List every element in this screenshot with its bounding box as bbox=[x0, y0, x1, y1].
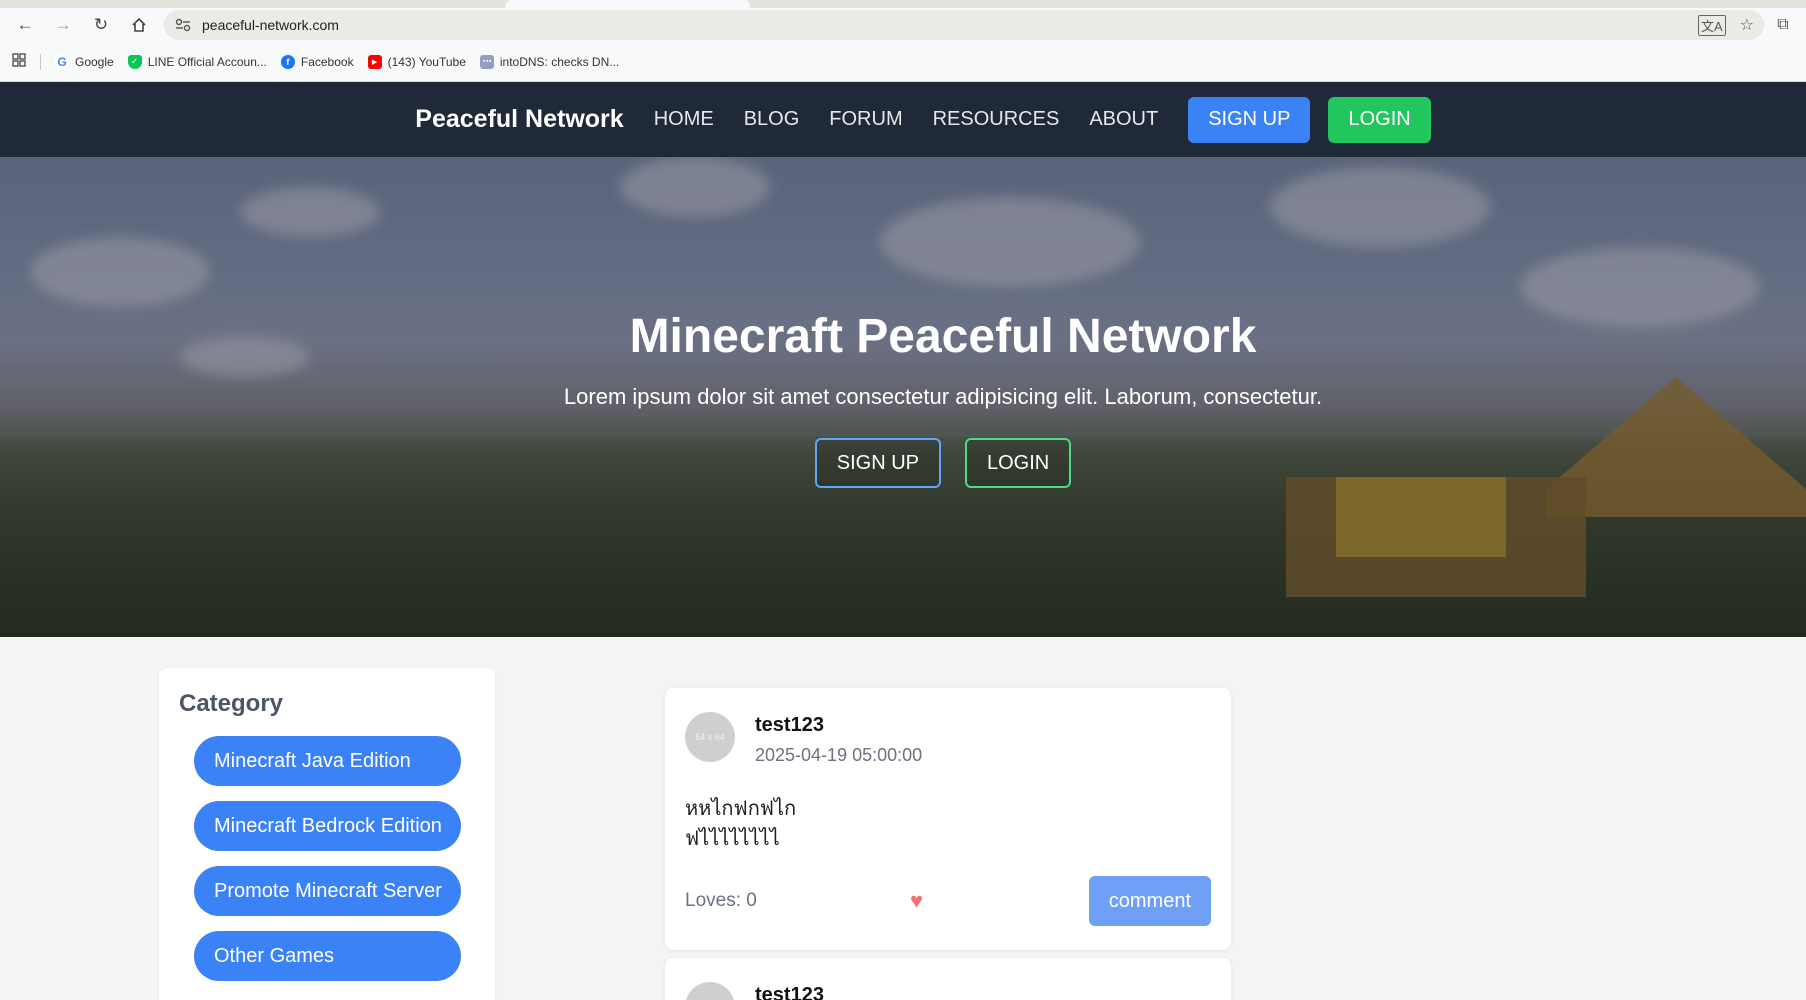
post-body: หหไกฟกฟไก ฟไไไไไไไไ bbox=[685, 798, 797, 850]
nav-blog[interactable]: BLOG bbox=[744, 108, 800, 131]
heart-icon[interactable]: ♥ bbox=[910, 888, 1089, 914]
bookmark-line[interactable]: ✓ LINE Official Accoun... bbox=[127, 54, 267, 69]
nav-resources[interactable]: RESOURCES bbox=[933, 108, 1060, 131]
category-title: Category bbox=[179, 690, 284, 717]
bookmark-separator bbox=[40, 53, 41, 70]
category-sidebar: Category Minecraft Java Edition Minecraf… bbox=[159, 668, 495, 1000]
browser-toolbar: ← → ↻ peaceful-network.com 文A ☆ ⧉ bbox=[0, 8, 1806, 42]
back-icon[interactable]: ← bbox=[8, 10, 42, 40]
site-navbar: Peaceful Network HOME BLOG FORUM RESOURC… bbox=[0, 82, 1806, 157]
hero-content: Minecraft Peaceful Network Lorem ipsum d… bbox=[0, 157, 1806, 637]
url-text: peaceful-network.com bbox=[202, 17, 339, 33]
hero-subtitle: Lorem ipsum dolor sit amet consectetur a… bbox=[563, 384, 1323, 409]
youtube-icon: ▶ bbox=[367, 54, 382, 69]
nav-home[interactable]: HOME bbox=[654, 108, 714, 131]
comment-button[interactable]: comment bbox=[1088, 876, 1211, 926]
bookmark-google[interactable]: G Google bbox=[55, 54, 114, 69]
nav-about[interactable]: ABOUT bbox=[1089, 108, 1158, 131]
bookmark-label: intoDNS: checks DN... bbox=[499, 54, 620, 69]
site-settings-icon[interactable] bbox=[174, 16, 192, 34]
reload-icon[interactable]: ↻ bbox=[84, 10, 118, 40]
nav-forum[interactable]: FORUM bbox=[829, 108, 902, 131]
hero-signup-button[interactable]: SIGN UP bbox=[814, 438, 941, 488]
bookmark-star-icon[interactable]: ☆ bbox=[1740, 15, 1754, 35]
translate-icon[interactable]: 文A bbox=[1697, 14, 1726, 36]
bookmark-intodns[interactable]: ⋯ intoDNS: checks DN... bbox=[479, 54, 620, 69]
post-card: test123 bbox=[665, 958, 1231, 1000]
hero-buttons: SIGN UP LOGIN bbox=[814, 438, 1072, 488]
intodns-icon: ⋯ bbox=[479, 54, 494, 69]
post-loves-count: Loves: 0 bbox=[685, 890, 757, 911]
post-card: 64 x 64 test123 2025-04-19 05:00:00 หหไก… bbox=[665, 688, 1231, 950]
nav-login-button[interactable]: LOGIN bbox=[1328, 96, 1431, 143]
bookmark-facebook[interactable]: f Facebook bbox=[280, 54, 354, 69]
site-brand[interactable]: Peaceful Network bbox=[415, 105, 623, 134]
bookmarks-bar: G Google ✓ LINE Official Accoun... f Fac… bbox=[0, 42, 1806, 82]
category-bedrock-edition[interactable]: Minecraft Bedrock Edition bbox=[194, 801, 461, 851]
bookmark-label: Google bbox=[75, 54, 114, 69]
tab-strip bbox=[0, 0, 1806, 8]
post-username[interactable]: test123 bbox=[755, 714, 922, 737]
bookmark-label: LINE Official Accoun... bbox=[147, 54, 267, 69]
avatar: 64 x 64 bbox=[685, 712, 735, 762]
hero-login-button[interactable]: LOGIN bbox=[965, 438, 1072, 488]
active-tab[interactable] bbox=[505, 0, 750, 8]
post-username[interactable]: test123 bbox=[755, 984, 824, 1000]
nav-signup-button[interactable]: SIGN UP bbox=[1188, 96, 1311, 143]
bookmark-label: Facebook bbox=[300, 54, 354, 69]
category-java-edition[interactable]: Minecraft Java Edition bbox=[194, 736, 461, 786]
home-icon[interactable] bbox=[122, 10, 156, 40]
category-promote-server[interactable]: Promote Minecraft Server bbox=[194, 866, 461, 916]
hero-title: Minecraft Peaceful Network bbox=[629, 310, 1257, 363]
extensions-icon[interactable]: ⧉ bbox=[1768, 16, 1798, 34]
facebook-icon: f bbox=[280, 54, 295, 69]
post-date: 2025-04-19 05:00:00 bbox=[755, 745, 923, 765]
google-icon: G bbox=[55, 54, 69, 69]
forward-icon[interactable]: → bbox=[46, 10, 80, 40]
hero-banner: Minecraft Peaceful Network Lorem ipsum d… bbox=[0, 157, 1806, 637]
address-bar[interactable]: peaceful-network.com 文A ☆ bbox=[164, 10, 1764, 40]
line-shield-icon: ✓ bbox=[127, 54, 142, 69]
bookmark-label: (143) YouTube bbox=[387, 54, 466, 69]
bookmark-youtube[interactable]: ▶ (143) YouTube bbox=[367, 54, 466, 69]
avatar bbox=[685, 982, 735, 1000]
category-other-games[interactable]: Other Games bbox=[194, 931, 461, 981]
apps-grid-icon[interactable] bbox=[12, 53, 26, 70]
